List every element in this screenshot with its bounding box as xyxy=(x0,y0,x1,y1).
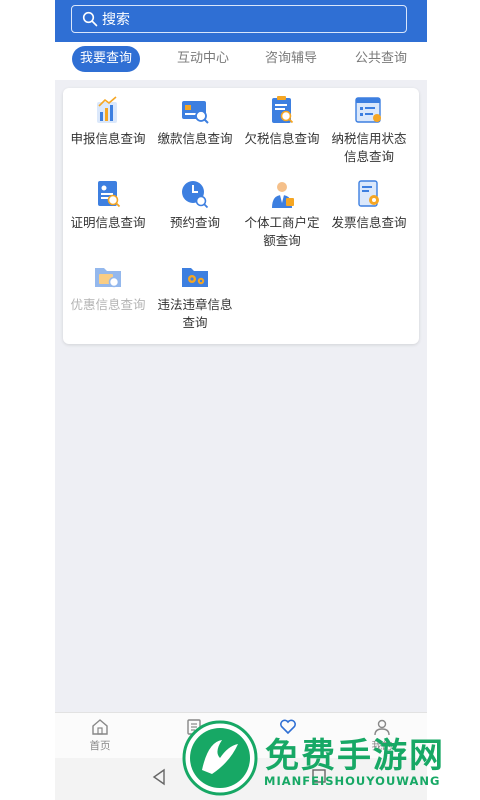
grid-item-tax-arrears-query[interactable]: 欠税信息查询 xyxy=(239,94,325,148)
nav-item-label: 首页 xyxy=(89,740,111,752)
query-grid-card: 申报信息查询 缴款信息查询 欠税信息查询 纳税信用状态信息查询 证明信息查询 预… xyxy=(63,88,419,344)
credit-browser-icon xyxy=(355,97,381,123)
grid-item-label: 优惠信息查询 xyxy=(70,297,146,312)
grid-item-appointment-query[interactable]: 预约查询 xyxy=(152,178,238,232)
grid-item-label: 缴款信息查询 xyxy=(157,131,233,146)
heart-icon xyxy=(280,719,296,735)
tab-my-query[interactable]: 我要查询 xyxy=(72,46,141,72)
grid-item-payment-query[interactable]: 缴款信息查询 xyxy=(152,94,238,148)
home-circle-icon[interactable] xyxy=(231,768,249,786)
recent-apps-icon[interactable] xyxy=(311,768,327,784)
home-icon xyxy=(92,719,108,735)
clock-search-icon xyxy=(182,181,209,209)
grid-item-label: 发票信息查询 xyxy=(331,215,407,230)
bar-chart-document-icon xyxy=(97,96,117,123)
grid-item-label: 欠税信息查询 xyxy=(244,131,320,146)
business-person-icon xyxy=(272,182,294,208)
payment-card-search-icon xyxy=(182,101,209,124)
clipboard-search-icon xyxy=(272,96,294,124)
grid-item-violation-query[interactable]: 违法违章信息查询 xyxy=(152,260,238,332)
grid-item-label: 预约查询 xyxy=(169,215,220,230)
invoice-gear-icon xyxy=(358,180,379,207)
folder-gear-icon xyxy=(182,268,208,287)
tab-consulting[interactable]: 咨询辅导 xyxy=(255,46,327,72)
nav-item-label: 我的 xyxy=(371,740,393,752)
document-icon xyxy=(187,719,201,735)
back-icon[interactable] xyxy=(151,768,167,786)
grid-item-declaration-query[interactable]: 申报信息查询 xyxy=(65,94,151,148)
search-placeholder: 搜索 xyxy=(102,12,130,28)
nav-item-profile[interactable]: 我的 xyxy=(352,717,412,753)
tab-bar: 我要查询 互动中心 咨询辅导 公共查询 xyxy=(55,42,427,80)
grid-item-credit-status-query[interactable]: 纳税信用状态信息查询 xyxy=(326,94,412,166)
top-bar: 搜索 xyxy=(55,0,427,42)
nav-item-office[interactable]: 办 xyxy=(164,717,224,753)
search-input[interactable]: 搜索 xyxy=(71,5,407,33)
tab-public-query[interactable]: 公共查询 xyxy=(345,46,417,72)
grid-item-label: 证明信息查询 xyxy=(70,215,146,230)
grid-item-certificate-query[interactable]: 证明信息查询 xyxy=(65,178,151,232)
search-icon xyxy=(82,11,98,27)
nav-item-favorites[interactable] xyxy=(258,717,318,738)
grid-item-label: 纳税信用状态信息查询 xyxy=(331,131,407,164)
nav-item-label: 办 xyxy=(188,740,200,752)
grid-item-invoice-query[interactable]: 发票信息查询 xyxy=(326,178,412,232)
user-icon xyxy=(374,719,390,736)
grid-item-label: 个体工商户定额查询 xyxy=(244,215,320,248)
app-screen: 搜索 我要查询 互动中心 咨询辅导 公共查询 申报信息查询 缴款信息查询 欠税信… xyxy=(55,0,427,800)
bottom-navigation: 首页 办 我的 xyxy=(55,712,427,759)
grid-item-self-employed-quota-query[interactable]: 个体工商户定额查询 xyxy=(239,178,325,250)
nav-item-home[interactable]: 首页 xyxy=(70,717,130,753)
discount-folder-icon xyxy=(95,268,121,288)
grid-item-label: 申报信息查询 xyxy=(70,131,146,146)
system-navigation-bar xyxy=(55,758,427,800)
grid-item-discount-query[interactable]: 优惠信息查询 xyxy=(65,260,151,314)
grid-item-label: 违法违章信息查询 xyxy=(157,297,233,330)
certificate-search-icon xyxy=(98,181,121,208)
tab-interaction-center[interactable]: 互动中心 xyxy=(167,46,239,72)
